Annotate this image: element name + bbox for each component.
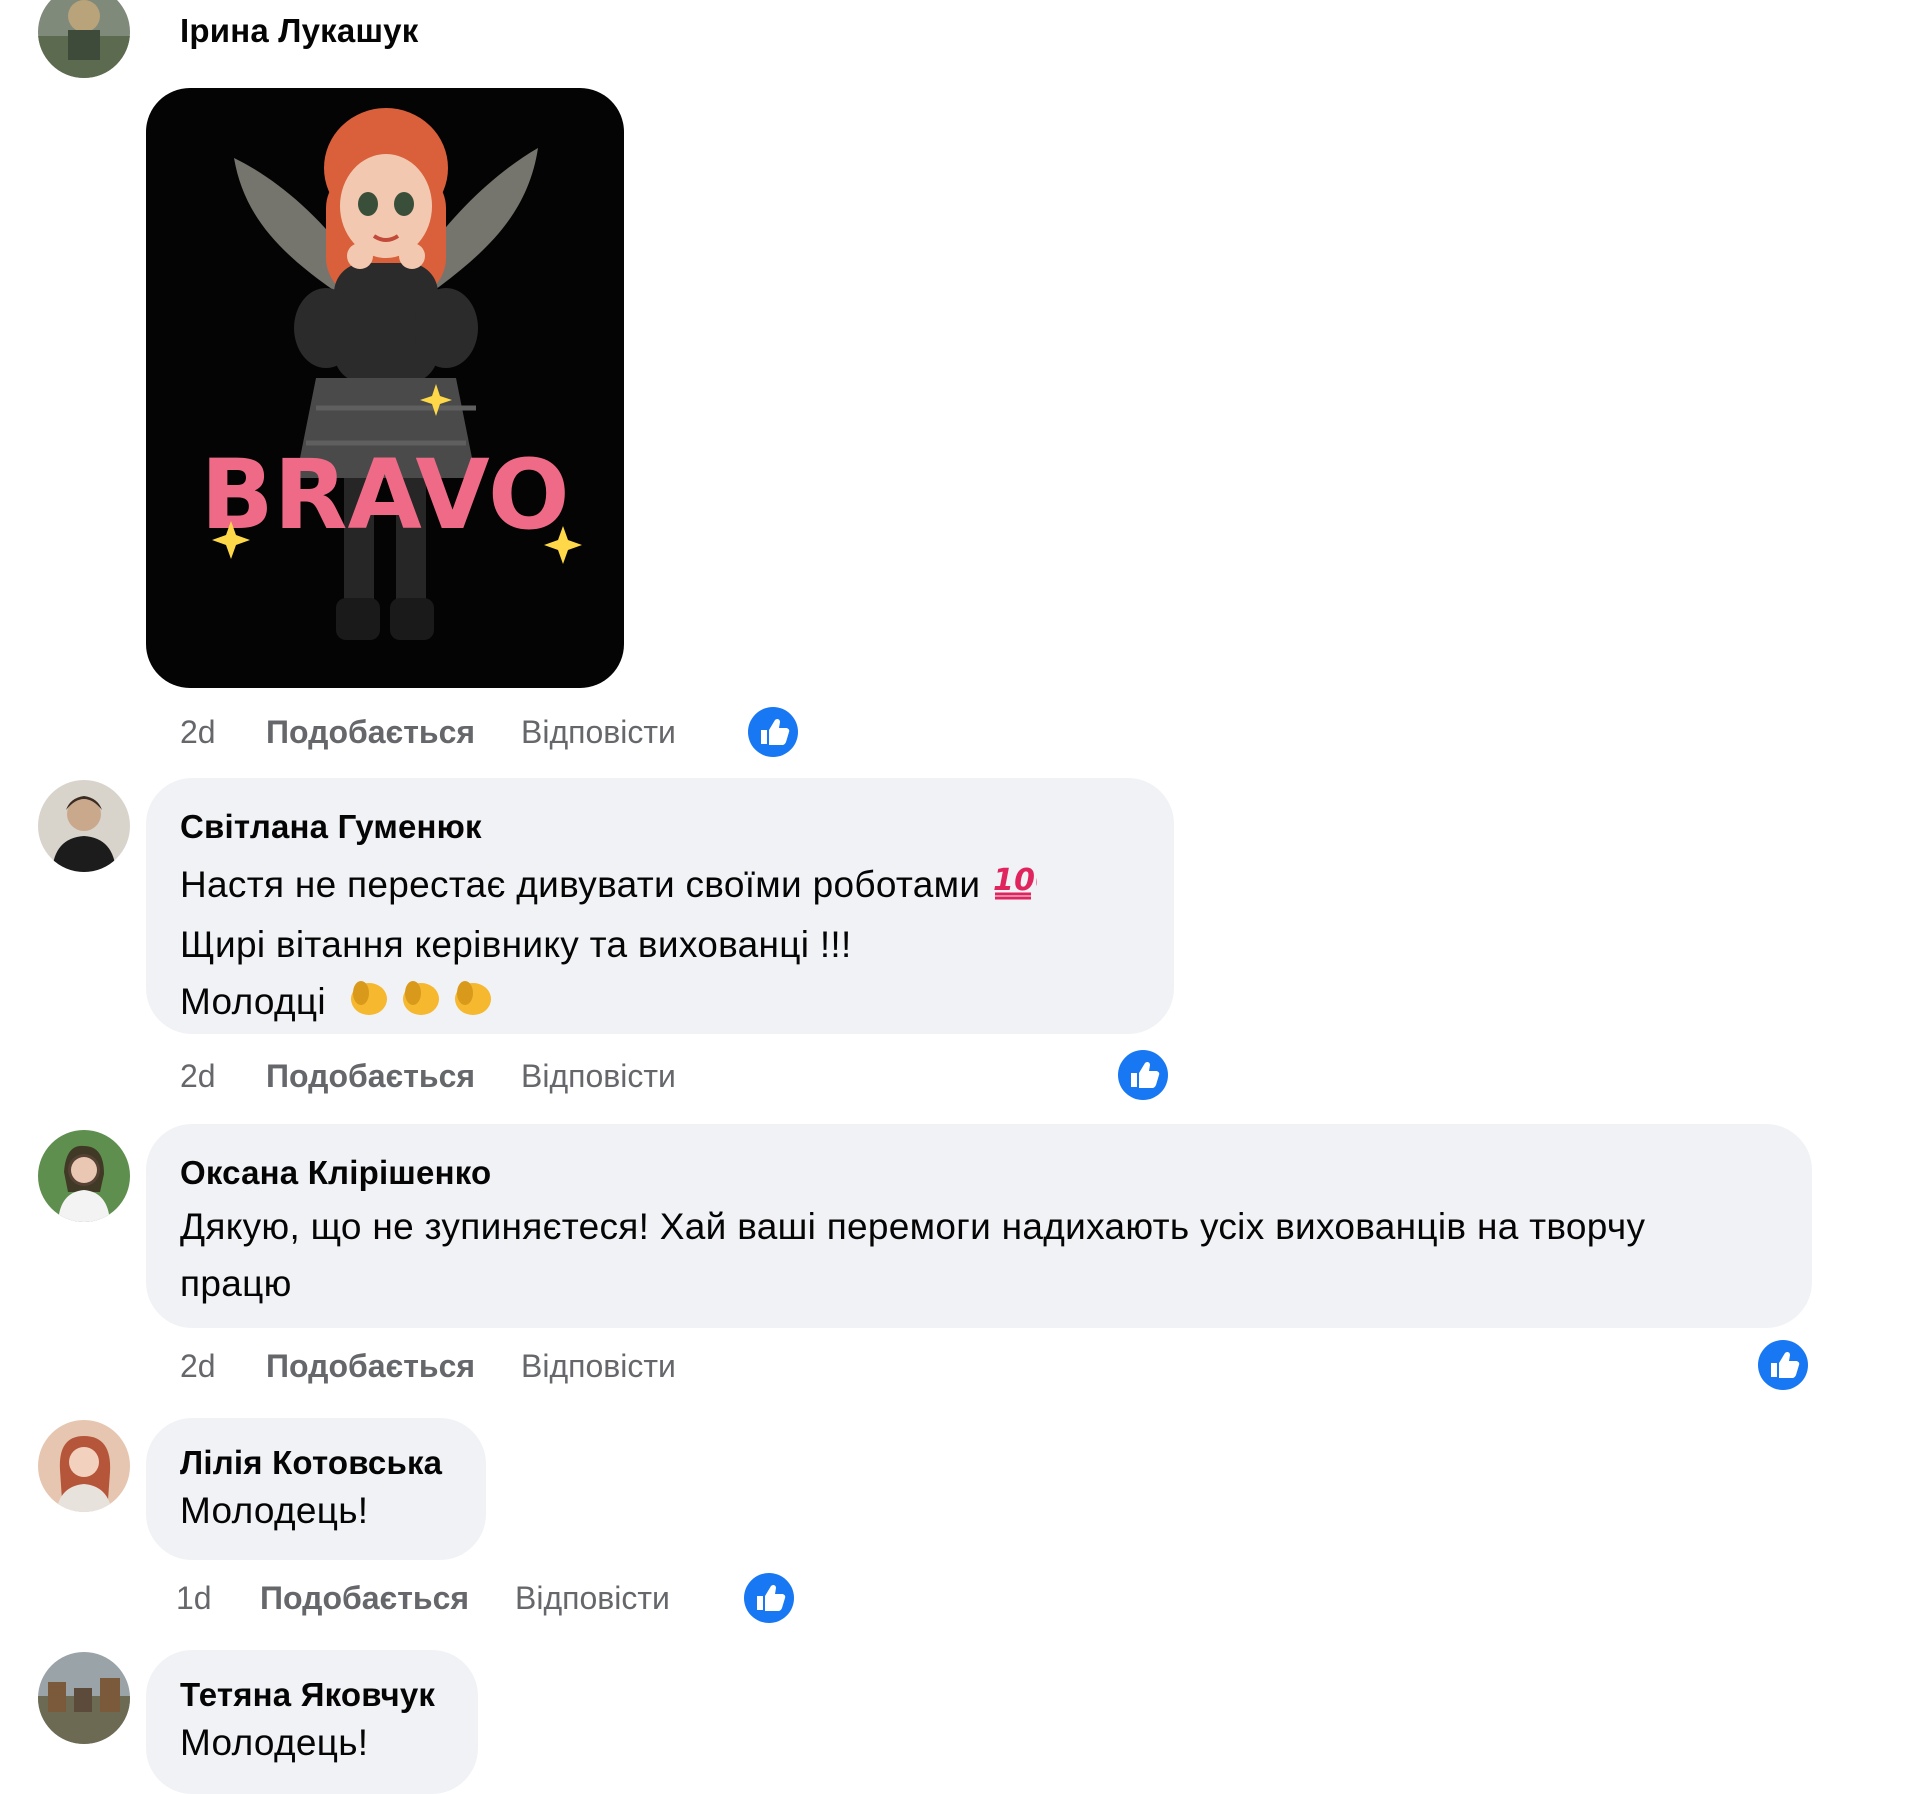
reply-button[interactable]: Відповісти bbox=[515, 1580, 670, 1617]
comment-author[interactable]: Світлана Гуменюк bbox=[180, 808, 1174, 846]
comment-timestamp[interactable]: 2d bbox=[180, 1348, 266, 1385]
avatar[interactable] bbox=[38, 0, 130, 78]
comment-thread: Ірина Лукашук BRAVO 2d Подобається Відпо… bbox=[0, 0, 1920, 1794]
like-button[interactable]: Подобається bbox=[266, 1058, 475, 1095]
comment-timestamp[interactable]: 1d bbox=[176, 1580, 260, 1617]
comment-author[interactable]: Лілія Котовська bbox=[180, 1444, 486, 1482]
reaction-badge[interactable] bbox=[744, 703, 802, 761]
comment-text: Молодець! bbox=[180, 1722, 369, 1763]
comment-bubble: Світлана Гуменюк Настя не перестає дивув… bbox=[146, 778, 1174, 1034]
thumbs-up-icon bbox=[1118, 1050, 1168, 1100]
hundred-points-emoji: 100 bbox=[991, 859, 1056, 916]
thumbs-up-icon bbox=[744, 1573, 794, 1623]
like-button[interactable]: Подобається bbox=[266, 1348, 475, 1385]
thumbs-up-icon bbox=[748, 707, 798, 757]
avatar[interactable] bbox=[38, 1130, 130, 1222]
like-button[interactable]: Подобається bbox=[266, 714, 475, 751]
reply-button[interactable]: Відповісти bbox=[521, 714, 676, 751]
reaction-badge[interactable] bbox=[740, 1569, 798, 1627]
clapping-hands-emoji bbox=[347, 973, 497, 1035]
like-button[interactable]: Подобається bbox=[260, 1580, 469, 1617]
comment-bubble: Оксана Клірішенко Дякую, що не зупиняєте… bbox=[146, 1124, 1812, 1328]
reaction-badge[interactable] bbox=[1754, 1336, 1812, 1394]
comment-actions: 2d Подобається Відповісти bbox=[180, 1336, 676, 1396]
comment-text: Настя не перестає дивувати своїми робота… bbox=[180, 856, 1144, 1035]
reply-button[interactable]: Відповісти bbox=[521, 1058, 676, 1095]
comment-timestamp[interactable]: 2d bbox=[180, 714, 266, 751]
comment-author[interactable]: Оксана Клірішенко bbox=[180, 1154, 1812, 1192]
reaction-badge[interactable] bbox=[1114, 1046, 1172, 1104]
sticker-text: BRAVO bbox=[200, 439, 569, 551]
comment-timestamp[interactable]: 2d bbox=[180, 1058, 266, 1095]
thumbs-up-icon bbox=[1758, 1340, 1808, 1390]
avatar[interactable] bbox=[38, 780, 130, 872]
comment-text: Дякую, що не зупиняєтеся! Хай ваші перем… bbox=[180, 1206, 1646, 1304]
comment-actions: 2d Подобається Відповісти bbox=[180, 1046, 676, 1106]
comment-bubble: Тетяна Яковчук Молодець! bbox=[146, 1650, 478, 1794]
comment-text: Молодець! bbox=[180, 1490, 369, 1531]
reply-button[interactable]: Відповісти bbox=[521, 1348, 676, 1385]
comment-bubble: Лілія Котовська Молодець! bbox=[146, 1418, 486, 1560]
avatar[interactable] bbox=[38, 1420, 130, 1512]
comment-actions: 2d Подобається Відповісти bbox=[180, 702, 676, 762]
avatar[interactable] bbox=[38, 1652, 130, 1744]
bravo-sticker[interactable]: BRAVO bbox=[146, 88, 624, 688]
comment-author[interactable]: Тетяна Яковчук bbox=[180, 1676, 478, 1714]
comment-author[interactable]: Ірина Лукашук bbox=[180, 12, 418, 50]
comment-actions: 1d Подобається Відповісти bbox=[176, 1568, 670, 1628]
